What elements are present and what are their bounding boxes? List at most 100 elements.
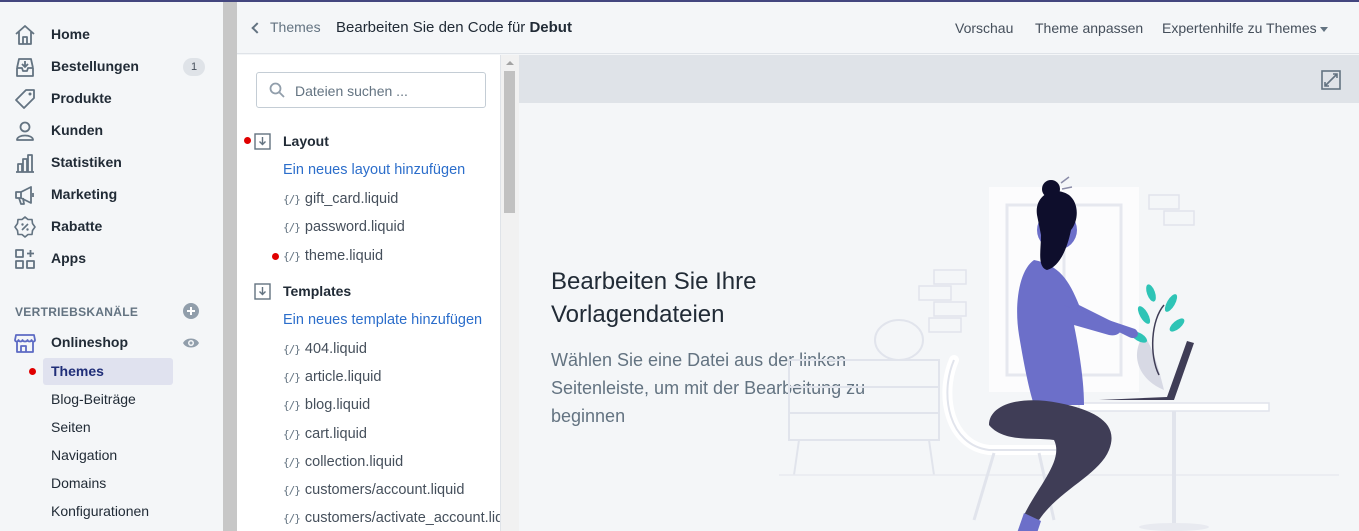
nav-item-label: Bestellungen (51, 58, 139, 74)
sales-channels-heading: VERTRIEBSKANÄLE (15, 305, 139, 319)
file-name: cart.liquid (304, 426, 367, 442)
nav-item-marketing[interactable]: Marketing (0, 178, 223, 210)
file-name: customers/account.liquid (304, 482, 465, 498)
orders-icon (16, 58, 34, 77)
file-item[interactable]: {/} customers/activate_account.liquid (283, 510, 501, 526)
customize-theme-link[interactable]: Theme anpassen (1035, 20, 1143, 36)
file-item[interactable]: {/} blog.liquid (283, 397, 370, 413)
add-layout-link[interactable]: Ein neues layout hinzufügen (283, 162, 465, 178)
nav-item-home[interactable]: Home (0, 18, 223, 50)
scrollbar-thumb[interactable] (504, 71, 515, 213)
annotation-marker (272, 253, 279, 260)
preview-link[interactable]: Vorschau (955, 20, 1013, 36)
search-icon (269, 82, 285, 98)
liquid-file-icon: {/} (283, 512, 301, 525)
file-name: blog.liquid (304, 397, 371, 413)
bar-chart-icon (16, 154, 34, 173)
editor-pane: Bearbeiten Sie Ihre Vorlagendateien Wähl… (519, 55, 1359, 531)
tag-icon (15, 89, 35, 109)
nav-item-label: Onlineshop (51, 334, 128, 350)
annotation-marker (29, 368, 36, 375)
admin-sidebar: Home Bestellungen 1 Produkte Kunden Stat… (0, 2, 223, 531)
nav-item-label: Marketing (51, 186, 118, 202)
editor-toolbar (519, 55, 1359, 103)
editor-topbar: Themes Bearbeiten Sie den Code für Debut… (237, 2, 1359, 54)
nav-item-label: Rabatte (51, 218, 103, 234)
file-item[interactable]: {/} collection.liquid (283, 454, 403, 470)
nav-item-label: Kunden (51, 122, 104, 138)
page-title-prefix: Bearbeiten Sie den Code für (336, 19, 526, 36)
back-link-label: Themes (270, 19, 321, 35)
subnav-navigation[interactable]: Navigation (43, 442, 173, 469)
nav-item-apps[interactable]: Apps (0, 242, 223, 274)
folder-expanded-icon (254, 132, 271, 150)
file-item[interactable]: {/} cart.liquid (283, 426, 367, 442)
liquid-file-icon: {/} (283, 456, 301, 469)
file-name: collection.liquid (304, 454, 404, 470)
folder-templates[interactable]: Templates (254, 280, 351, 302)
folder-layout[interactable]: Layout (254, 130, 329, 152)
liquid-file-icon: {/} (283, 399, 301, 412)
nav-item-analytics[interactable]: Statistiken (0, 146, 223, 178)
nav-item-label: Home (51, 26, 90, 42)
file-item[interactable]: {/} gift_card.liquid (283, 191, 398, 207)
nav-item-discounts[interactable]: Rabatte (0, 210, 223, 242)
subnav-preferences[interactable]: Konfigurationen (43, 498, 173, 525)
nav-item-label: Apps (51, 250, 86, 266)
eye-icon[interactable] (182, 335, 200, 351)
subnav-domains[interactable]: Domains (43, 470, 173, 497)
nav-item-label: Produkte (51, 90, 112, 106)
folder-label: Layout (283, 133, 329, 149)
file-name: 404.liquid (304, 341, 367, 357)
file-name: theme.liquid (304, 248, 384, 264)
add-template-link[interactable]: Ein neues template hinzufügen (283, 312, 482, 328)
megaphone-icon (15, 186, 34, 205)
nav-item-customers[interactable]: Kunden (0, 114, 223, 146)
expert-help-dropdown[interactable]: Expertenhilfe zu Themes (1162, 20, 1317, 36)
discount-icon (14, 216, 36, 238)
apps-icon (15, 249, 35, 269)
file-search-field[interactable] (256, 72, 486, 108)
file-item[interactable]: {/} theme.liquid (283, 248, 383, 264)
liquid-file-icon: {/} (283, 371, 301, 384)
liquid-file-icon: {/} (283, 221, 301, 234)
annotation-marker (244, 137, 251, 144)
page-title: Bearbeiten Sie den Code für Debut (336, 19, 572, 36)
app-window: Home Bestellungen 1 Produkte Kunden Stat… (0, 0, 1359, 531)
scroll-up-arrow-icon[interactable] (506, 61, 514, 65)
file-name: article.liquid (304, 369, 382, 385)
file-name: gift_card.liquid (304, 191, 399, 207)
nav-item-label: Statistiken (51, 154, 122, 170)
file-item[interactable]: {/} 404.liquid (283, 341, 367, 357)
file-browser: Layout Ein neues layout hinzufügen {/}gi… (237, 55, 501, 531)
back-to-themes-link[interactable]: Themes (251, 19, 321, 35)
subnav-themes[interactable]: Themes (43, 358, 173, 385)
file-name: customers/activate_account.liquid (304, 510, 501, 526)
orders-count-badge: 1 (183, 58, 205, 76)
folder-expanded-icon (254, 282, 271, 300)
person-icon (16, 121, 34, 141)
subnav-pages[interactable]: Seiten (43, 414, 173, 441)
file-item[interactable]: {/} password.liquid (283, 219, 405, 235)
chevron-down-icon (1320, 27, 1328, 32)
folder-label: Templates (283, 283, 352, 299)
person-at-desk-illustration (779, 176, 1339, 531)
nav-item-orders[interactable]: Bestellungen 1 (0, 50, 223, 82)
theme-name: Debut (529, 19, 572, 36)
home-icon (15, 25, 35, 45)
liquid-file-icon: {/} (283, 484, 301, 497)
expand-icon[interactable] (1320, 69, 1342, 91)
nav-item-products[interactable]: Produkte (0, 82, 223, 114)
liquid-file-icon: {/} (283, 343, 301, 356)
add-channel-icon[interactable] (182, 302, 200, 320)
store-icon (14, 334, 36, 353)
sidebar-scrollbar[interactable] (223, 2, 237, 531)
file-item[interactable]: {/} article.liquid (283, 369, 381, 385)
subnav-blog-posts[interactable]: Blog-Beiträge (43, 386, 173, 413)
file-search-input[interactable] (295, 81, 475, 101)
file-list-scrollbar[interactable] (501, 55, 519, 531)
chevron-left-icon (251, 21, 263, 34)
liquid-file-icon: {/} (283, 428, 301, 441)
liquid-file-icon: {/} (283, 193, 301, 206)
file-item[interactable]: {/} customers/account.liquid (283, 482, 464, 498)
